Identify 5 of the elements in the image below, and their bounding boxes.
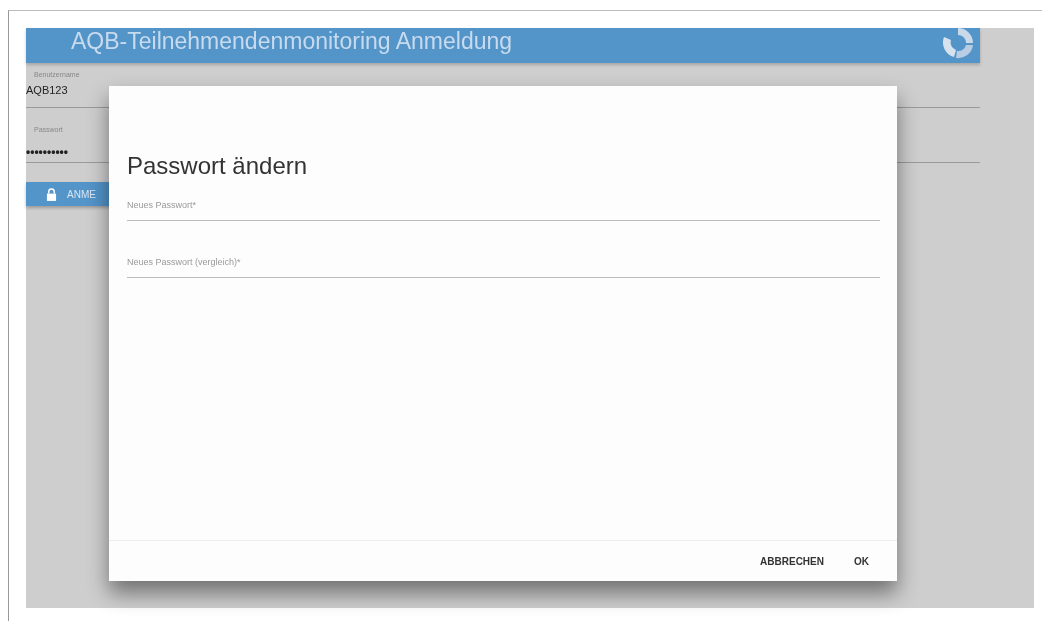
app-title: AQB-Teilnehmendenmonitoring Anmeldung [71, 28, 513, 55]
cancel-button[interactable]: ABBRECHEN [752, 549, 832, 573]
ok-button[interactable]: OK [846, 549, 877, 573]
lock-icon [46, 187, 57, 201]
dialog-title: Passwort ändern [127, 152, 309, 180]
